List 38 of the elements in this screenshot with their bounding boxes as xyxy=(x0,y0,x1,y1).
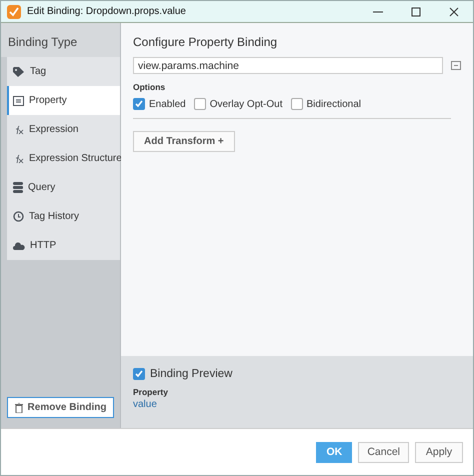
trash-icon xyxy=(14,402,23,412)
binding-type-item[interactable]: Tag History xyxy=(7,202,120,231)
dialog-button[interactable]: Apply xyxy=(415,442,463,462)
property-icon xyxy=(13,96,24,106)
property-path-field[interactable]: view.params.machine xyxy=(133,57,443,74)
clock-icon xyxy=(13,211,24,222)
options-label: Options xyxy=(133,82,166,92)
binding-type-item[interactable]: Property xyxy=(7,86,120,115)
app-icon xyxy=(7,4,21,18)
dialog-button[interactable]: Cancel xyxy=(358,442,409,462)
maximize-icon[interactable] xyxy=(411,6,421,16)
option-label: Bidirectional xyxy=(306,98,361,110)
binding-type-item[interactable]: Expression Structure xyxy=(7,144,120,173)
binding-type-item[interactable]: Query xyxy=(7,173,120,202)
property-browse-icon[interactable] xyxy=(451,61,461,70)
preview-label: Binding Preview xyxy=(150,368,232,380)
binding-type-item[interactable]: Tag xyxy=(7,57,120,86)
cloud-icon xyxy=(13,242,25,250)
window-title: Edit Binding: Dropdown.props.value xyxy=(27,6,187,17)
database-icon xyxy=(13,182,23,193)
binding-type-item[interactable]: HTTP xyxy=(7,231,120,260)
checkbox[interactable] xyxy=(133,98,145,110)
option-label: Overlay Opt-Out xyxy=(210,98,283,110)
checkbox[interactable] xyxy=(290,98,303,110)
function-icon xyxy=(13,154,24,164)
checkbox[interactable] xyxy=(133,368,145,380)
binding-type-item[interactable]: Expression xyxy=(7,115,120,144)
function-icon xyxy=(13,124,24,134)
close-icon[interactable] xyxy=(449,6,459,16)
property-label: Property xyxy=(133,387,169,397)
add-transform-button[interactable]: Add Transform + xyxy=(133,131,235,152)
option-label: Enabled xyxy=(149,98,186,110)
remove-binding-button[interactable]: Remove Binding xyxy=(7,397,114,418)
checkbox[interactable] xyxy=(194,98,206,110)
property-value: value xyxy=(133,399,158,410)
section-title: Configure Property Binding xyxy=(133,35,278,49)
tag-icon xyxy=(13,66,25,76)
sidebar-heading: Binding Type xyxy=(1,23,120,57)
